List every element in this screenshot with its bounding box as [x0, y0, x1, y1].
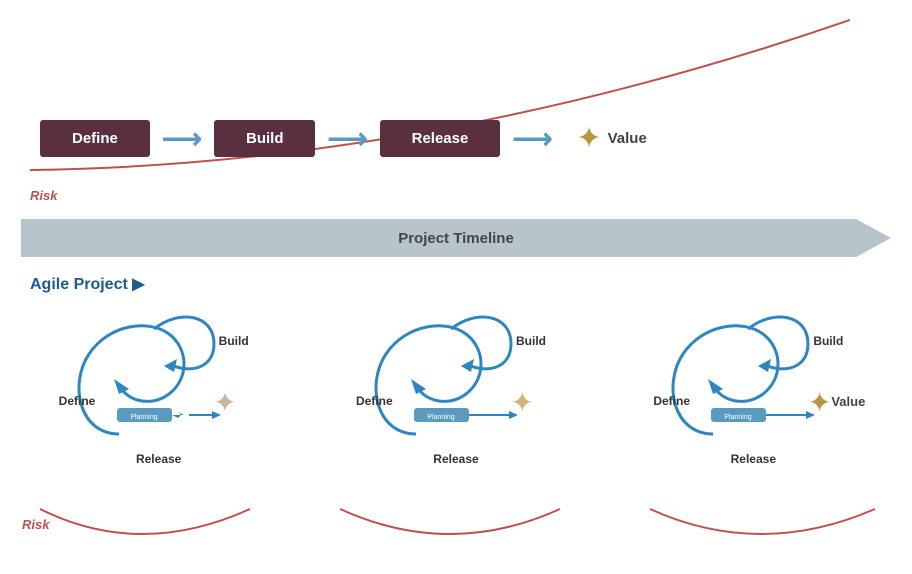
sprint-1-release: Release	[136, 452, 181, 466]
sprint-2-labels: Define Build ✦ Release	[356, 304, 556, 464]
arrow-release-value: ⟶	[512, 122, 552, 155]
agile-section: Agile Project ▶ Planning	[0, 270, 912, 574]
sprint-3-labels: Define Build ✦ Value Release	[653, 304, 853, 464]
risk-label-bottom: Risk	[22, 517, 49, 532]
sprint-1-labels: Define Build ✦ Release	[59, 304, 259, 464]
arrow-build-release: ⟶	[327, 122, 367, 155]
arrow-define-build: ⟶	[162, 122, 202, 155]
timeline-label: Project Timeline	[398, 230, 514, 247]
sprints-container: Planning Define Build ✦ Release	[10, 304, 902, 464]
sprint-3-star-icon: ✦	[808, 386, 831, 419]
sprint-3-release: Release	[731, 452, 776, 466]
sprint-2: Planning Define Build ✦ Release	[331, 304, 581, 464]
sprint-2-star-icon: ✦	[511, 386, 534, 419]
value-label: Value	[608, 130, 647, 147]
agile-value-label: Value	[831, 394, 865, 409]
sprint-2-build: Build	[516, 334, 546, 348]
sprint-1-star-icon: ✦	[213, 386, 236, 419]
timeline-section: Project Timeline	[0, 212, 912, 264]
wf-box-release: Release	[380, 120, 501, 157]
sprint-2-release: Release	[433, 452, 478, 466]
waterfall-section: Define ⟶ Build ⟶ Release ⟶ ✦ Value Risk	[0, 0, 912, 220]
sprint-3-build: Build	[813, 334, 843, 348]
wf-box-build: Build	[214, 120, 316, 157]
sprint-3: Planning Define Build ✦ Value Release	[628, 304, 878, 464]
sprint-1-build: Build	[219, 334, 249, 348]
wf-box-define: Define	[40, 120, 150, 157]
waterfall-boxes: Define ⟶ Build ⟶ Release ⟶ ✦ Value	[40, 120, 647, 157]
risk-label-top: Risk	[30, 188, 57, 203]
agile-title: Agile Project ▶	[30, 274, 145, 294]
value-star-group: ✦ Value	[576, 121, 646, 156]
sprint-1: Planning Define Build ✦ Release	[34, 304, 284, 464]
sprint-1-define: Define	[59, 394, 96, 408]
risk-curve-bottom	[20, 504, 880, 574]
sprint-3-define: Define	[653, 394, 690, 408]
value-star-icon: ✦	[576, 121, 601, 156]
timeline-arrow: Project Timeline	[21, 219, 891, 257]
sprint-2-define: Define	[356, 394, 393, 408]
